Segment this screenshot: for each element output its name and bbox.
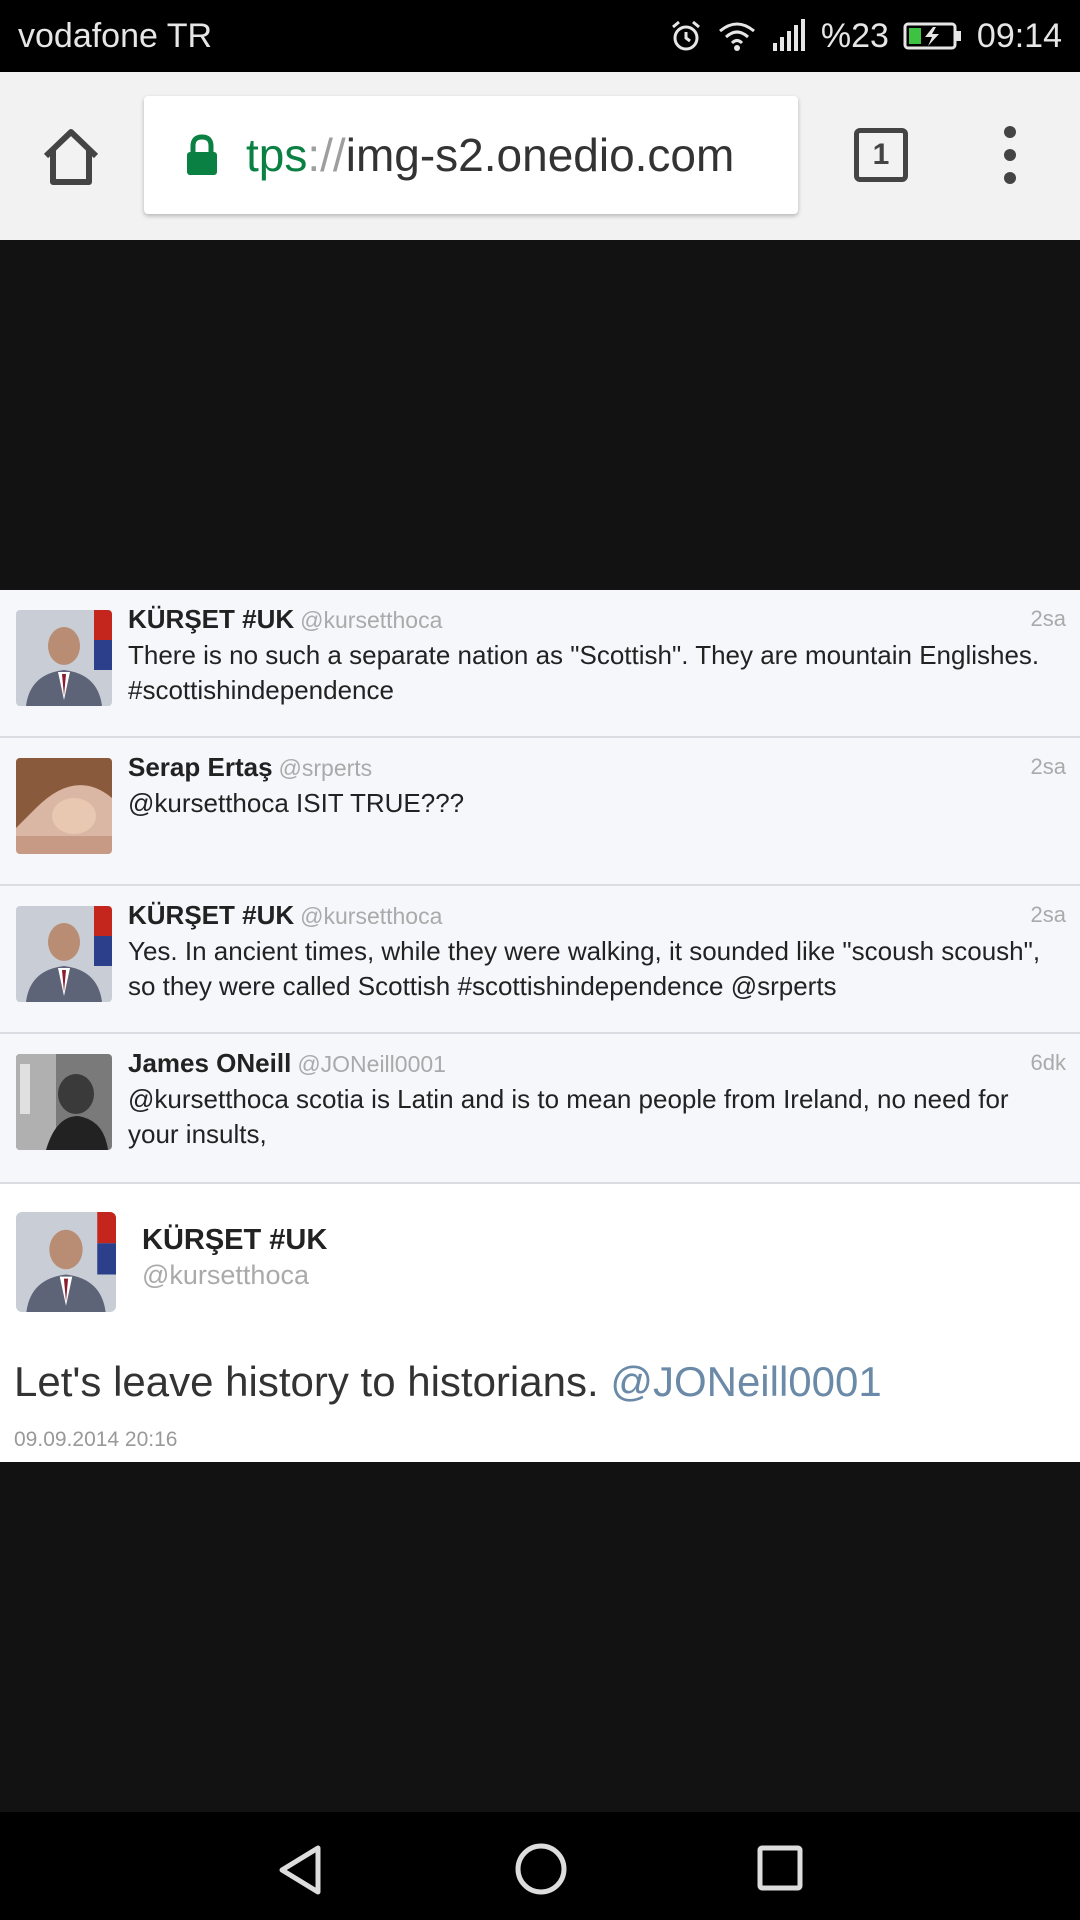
lock-icon [187, 134, 217, 175]
browser-toolbar: tps://img-s2.onedio.com 1 [0, 72, 1080, 240]
url-scheme: tps [246, 129, 308, 181]
back-icon[interactable] [276, 1844, 326, 1896]
tweet-text: @kursetthoca scotia is Latin and is to m… [128, 1084, 1009, 1149]
tweet-time: 6dk [1030, 1050, 1066, 1075]
url-bar[interactable]: tps://img-s2.onedio.com [144, 96, 798, 214]
tweet-text: There is no such a separate nation as "S… [128, 640, 1040, 705]
tweet-item: James ONeill @JONeill0001 6dk @kursetthoc… [0, 1034, 1080, 1184]
main-tweet-body: Let's leave history to historians. [14, 1358, 599, 1405]
alarm-icon [671, 20, 700, 51]
bw-photo-avatar-icon [16, 1054, 112, 1150]
tweet-header: James ONeill @JONeill0001 [128, 1048, 446, 1079]
main-tweet-avatar [16, 1212, 116, 1312]
wifi-icon [718, 22, 755, 51]
avatar [16, 610, 112, 706]
url-host: img-s2.onedio.com [345, 129, 735, 181]
tweet-header: KÜRŞET #UK @kursetthoca [128, 604, 442, 635]
tweet-author-name: Serap Ertaş [128, 752, 273, 782]
system-navigation-bar [0, 1812, 1080, 1920]
tweet-header: KÜRŞET #UK @kursetthoca [128, 900, 442, 931]
tweet-item: Serap Ertaş @srperts 2sa @kursetthoca ISI… [0, 738, 1080, 886]
tweet-item: KÜRŞET #UK @kursetthoca 2sa There is no s… [0, 590, 1080, 738]
recent-apps-icon[interactable] [756, 1844, 804, 1892]
avatar [16, 1054, 112, 1150]
main-tweet-mention: @JONeill0001 [610, 1358, 882, 1405]
more-options-icon[interactable] [990, 122, 1030, 188]
tweet-text: Yes. In ancient times, while they were w… [128, 936, 1041, 1001]
main-tweet-author-handle: @kursetthoca [142, 1260, 309, 1290]
main-tweet-date: 09.09.2014 20:16 [14, 1428, 178, 1451]
tweet-header: Serap Ertaş @srperts [128, 752, 372, 783]
woman-avatar-icon [16, 758, 112, 854]
tweet-author-handle: @srperts [278, 755, 373, 781]
avatar [16, 758, 112, 854]
tab-count: 1 [872, 138, 890, 171]
man-suit-avatar-icon [16, 610, 112, 706]
tweet-author-name: KÜRŞET #UK [128, 900, 295, 930]
tweet-author-name: James ONeill [128, 1048, 292, 1078]
signal-icon [772, 19, 805, 51]
tweet-text: @kursetthoca ISIT TRUE??? [128, 788, 465, 818]
tweet-author-handle: @JONeill0001 [297, 1051, 446, 1077]
tweet-author-handle: @kursetthoca [300, 607, 443, 633]
tweet-item: KÜRŞET #UK @kursetthoca 2sa Yes. In ancie… [0, 886, 1080, 1034]
url-separator: :// [307, 129, 346, 181]
avatar [16, 906, 112, 1002]
man-suit-avatar-icon [16, 906, 112, 1002]
tab-switcher-button[interactable]: 1 [854, 128, 908, 182]
main-tweet-text: Let's leave history to historians. @JONe… [14, 1358, 882, 1406]
battery-percent: %23 [820, 16, 889, 55]
status-icons: %23 09:14 [669, 17, 1062, 56]
tweet-author-name: KÜRŞET #UK [128, 604, 295, 634]
status-bar: vodafone TR %23 09:14 [0, 0, 1080, 72]
tweet-time: 2sa [1030, 754, 1066, 779]
battery-charging-icon [903, 22, 961, 50]
clock: 09:14 [976, 16, 1062, 55]
carrier-label: vodafone TR [18, 16, 213, 55]
man-suit-avatar-icon [16, 1212, 116, 1312]
tweet-author-handle: @kursetthoca [300, 903, 443, 929]
home-nav-icon[interactable] [514, 1842, 568, 1896]
url-text: tps://img-s2.onedio.com [246, 128, 734, 182]
home-icon[interactable] [38, 124, 104, 190]
main-tweet-author-name: KÜRŞET #UK [142, 1224, 328, 1256]
tweet-time: 2sa [1030, 606, 1066, 631]
tweet-time: 2sa [1030, 902, 1066, 927]
